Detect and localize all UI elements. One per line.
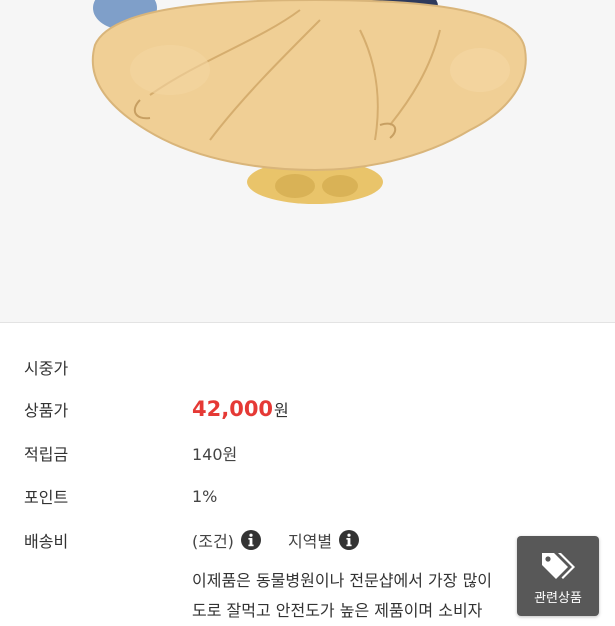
shipping-region: 지역별 xyxy=(287,532,333,551)
product-image xyxy=(0,0,615,323)
shipping-condition-info-icon[interactable] xyxy=(240,529,262,551)
reward-value: 140원 xyxy=(192,445,238,464)
points-value: 1% xyxy=(192,486,218,506)
points-label: 포인트 xyxy=(24,488,69,507)
reward-row: 적립금 140원 xyxy=(0,433,615,473)
shipping-label: 배송비 xyxy=(24,532,69,551)
tags-icon xyxy=(542,552,575,579)
sale-price-value: 42,000 원 xyxy=(192,397,289,421)
product-photo-cushion xyxy=(91,0,527,204)
price-unit: 원 xyxy=(274,401,289,420)
reward-label: 적립금 xyxy=(24,445,69,464)
shipping-value: (조건) 지역별 xyxy=(192,528,360,552)
points-row: 포인트 1% xyxy=(0,476,615,516)
price-amount: 42,000 xyxy=(192,397,274,421)
product-description: 이제품은 동물병원이나 전문샵에서 가장 많이 도로 잘먹고 안전도가 높은 제… xyxy=(192,566,522,626)
description-line: 이제품은 동물병원이나 전문샵에서 가장 많이 xyxy=(192,571,493,590)
sale-price-row: 상품가 42,000 원 xyxy=(0,389,615,429)
list-price-label: 시중가 xyxy=(24,359,69,378)
related-products-label: 관련상품 xyxy=(534,590,582,606)
related-products-button[interactable]: 관련상품 xyxy=(517,536,599,616)
sale-price-label: 상품가 xyxy=(24,401,69,420)
shipping-region-info-icon[interactable] xyxy=(338,529,360,551)
list-price-row: 시중가 xyxy=(0,347,615,387)
shipping-condition: (조건) xyxy=(192,532,234,551)
description-line: 도로 잘먹고 안전도가 높은 제품이며 소비자 xyxy=(192,601,483,620)
